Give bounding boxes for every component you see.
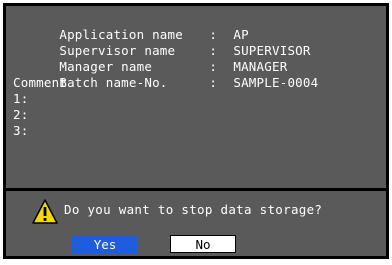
- comment-line-2: 2:: [13, 107, 29, 122]
- batch-info-panel: Application name: AP Supervisor name: SUPE…: [6, 6, 386, 188]
- comment-line-3: 3:: [13, 123, 29, 138]
- confirmation-message: Do you want to stop data storage?: [64, 202, 323, 217]
- comment-line-1: 1:: [13, 91, 29, 106]
- batch-name-row: Batch name-No.: SAMPLE-0004: [13, 59, 373, 90]
- manager-name-row: Manager name: MANAGER: [13, 43, 373, 74]
- application-name-row: Application name: AP: [13, 11, 373, 42]
- supervisor-name-row: Supervisor name: SUPERVISOR: [13, 27, 373, 58]
- no-button[interactable]: No: [170, 235, 236, 253]
- yes-button[interactable]: Yes: [72, 235, 138, 253]
- stop-storage-dialog: Application name: AP Supervisor name: SUPE…: [3, 3, 389, 259]
- comment-label: Comment: [13, 75, 68, 90]
- warning-triangle-icon: [32, 199, 58, 224]
- confirmation-panel: Do you want to stop data storage? Yes No: [6, 191, 386, 256]
